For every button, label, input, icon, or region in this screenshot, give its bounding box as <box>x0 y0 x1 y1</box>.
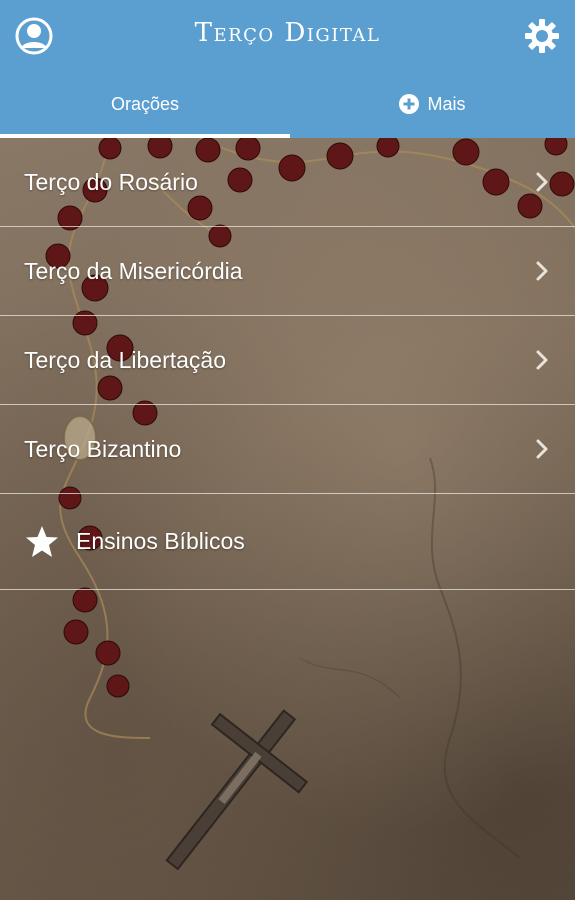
app-header: Terço Digital Orações Mais <box>0 0 575 138</box>
list-item-label: Ensinos Bíblicos <box>76 528 245 554</box>
list-item-terco-libertacao[interactable]: Terço da Libertação <box>0 316 575 405</box>
prayer-list: Terço do Rosário Terço da Misericórdia T… <box>0 138 575 590</box>
star-icon <box>26 525 58 557</box>
list-item-ensinos-biblicos[interactable]: Ensinos Bíblicos <box>0 494 575 590</box>
chevron-right-icon <box>536 261 548 281</box>
chevron-right-icon <box>536 439 548 459</box>
list-item-label: Terço da Misericórdia <box>24 257 243 284</box>
list-item-terco-rosario[interactable]: Terço do Rosário <box>0 138 575 227</box>
tab-bar: Orações Mais <box>0 70 575 138</box>
chevron-right-icon <box>536 350 548 370</box>
chevron-right-icon <box>536 172 548 192</box>
list-item-terco-misericordia[interactable]: Terço da Misericórdia <box>0 227 575 316</box>
list-item-label: Terço da Libertação <box>24 346 227 373</box>
list-item-label: Terço Bizantino <box>24 435 182 462</box>
app-title: Terço Digital <box>194 18 381 48</box>
plus-circle-icon <box>399 94 420 114</box>
list-item-terco-bizantino[interactable]: Terço Bizantino <box>0 405 575 494</box>
tab-mais[interactable]: Mais <box>290 70 575 138</box>
tab-mais-label: Mais <box>427 93 466 114</box>
tab-oracoes[interactable]: Orações <box>0 70 290 138</box>
app-screen: Terço Digital Orações Mais Terço do Rosá… <box>0 0 575 900</box>
gear-icon <box>525 19 559 53</box>
title-bar: Terço Digital <box>0 0 575 70</box>
list-item-label: Terço do Rosário <box>24 168 198 195</box>
settings-button[interactable] <box>522 16 562 56</box>
tab-oracoes-label: Orações <box>110 93 180 114</box>
